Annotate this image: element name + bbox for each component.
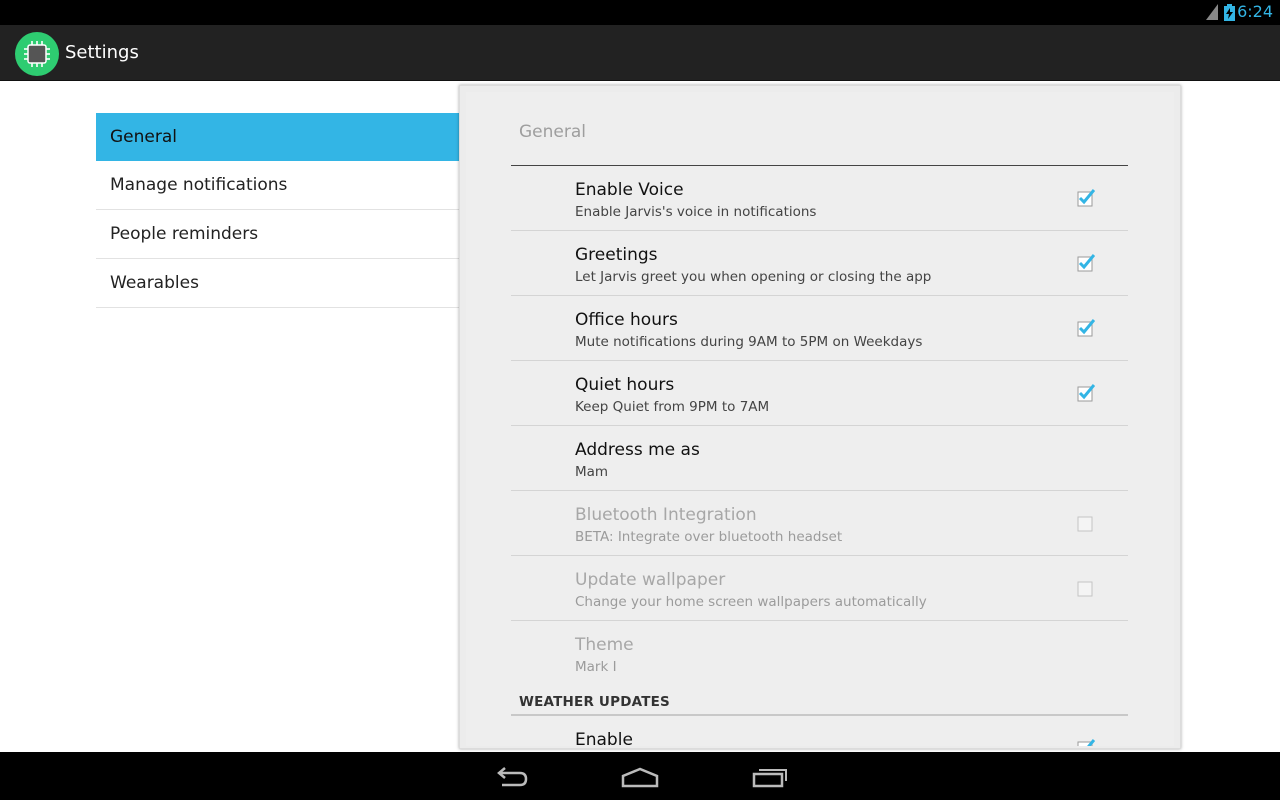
status-bar: 6:24: [0, 0, 1280, 25]
preference-list: Enable Voice Enable Jarvis's voice in no…: [511, 166, 1128, 746]
signal-icon: [1206, 4, 1218, 20]
battery-charging-icon: [1224, 4, 1235, 21]
pref-title: Office hours: [575, 310, 678, 330]
pref-summary: Keep Quiet from 9PM to 7AM: [575, 399, 770, 415]
pref-enable-voice[interactable]: Enable Voice Enable Jarvis's voice in no…: [511, 166, 1128, 231]
pref-greetings[interactable]: Greetings Let Jarvis greet you when open…: [511, 231, 1128, 296]
checkbox-checked-icon[interactable]: [1077, 319, 1095, 337]
navigation-bar: [0, 752, 1280, 800]
home-icon[interactable]: [620, 764, 660, 790]
preferences-panel-inner[interactable]: General Enable Voice Enable Jarvis's voi…: [466, 92, 1174, 746]
pref-title: Bluetooth Integration: [575, 505, 757, 525]
checkbox-checked-icon[interactable]: [1077, 254, 1095, 272]
pref-summary: Mark I: [575, 659, 617, 675]
pref-summary: Mute notifications during 9AM to 5PM on …: [575, 334, 923, 350]
pref-office-hours[interactable]: Office hours Mute notifications during 9…: [511, 296, 1128, 361]
pref-summary: Mam: [575, 464, 609, 480]
pref-title: Quiet hours: [575, 375, 675, 395]
pref-title: Enable: [575, 730, 633, 746]
pref-address-me-as[interactable]: Address me as Mam: [511, 426, 1128, 491]
checkbox-checked-icon[interactable]: [1077, 384, 1095, 402]
pref-title: Theme: [575, 635, 634, 655]
action-bar: Settings: [0, 25, 1280, 81]
checkbox-unchecked-icon: [1077, 516, 1093, 532]
pref-title: Address me as: [575, 440, 700, 460]
pref-summary: Change your home screen wallpapers autom…: [575, 594, 927, 610]
pref-summary: BETA: Integrate over bluetooth headset: [575, 529, 843, 545]
back-icon[interactable]: [492, 764, 532, 790]
preferences-panel: General Enable Voice Enable Jarvis's voi…: [459, 85, 1181, 749]
pref-theme: Theme Mark I: [511, 621, 1128, 686]
header-item-general[interactable]: General: [96, 113, 459, 161]
breadcrumb-title: General: [519, 122, 586, 142]
pref-bluetooth-integration: Bluetooth Integration BETA: Integrate ov…: [511, 491, 1128, 556]
checkbox-unchecked-icon: [1077, 581, 1093, 597]
pref-quiet-hours[interactable]: Quiet hours Keep Quiet from 9PM to 7AM: [511, 361, 1128, 426]
pref-summary: Enable Jarvis's voice in notifications: [575, 204, 817, 220]
category-header-weather-updates: WEATHER UPDATES: [511, 686, 1128, 716]
page-title: Settings: [65, 42, 139, 63]
recents-icon[interactable]: [750, 764, 790, 790]
settings-headers-list: General Manage notifications People remi…: [96, 113, 459, 308]
pref-title: Greetings: [575, 245, 658, 265]
header-item-wearables[interactable]: Wearables: [96, 259, 459, 308]
chip-icon[interactable]: [15, 32, 59, 76]
pref-update-wallpaper: Update wallpaper Change your home screen…: [511, 556, 1128, 621]
settings-content: General Manage notifications People remi…: [0, 81, 1280, 752]
header-item-manage-notifications[interactable]: Manage notifications: [96, 161, 459, 210]
pref-summary: Let Jarvis greet you when opening or clo…: [575, 269, 932, 285]
status-clock: 6:24: [1237, 2, 1273, 21]
pref-title: Enable Voice: [575, 180, 684, 200]
checkbox-checked-icon[interactable]: [1077, 739, 1095, 746]
pref-title: Update wallpaper: [575, 570, 726, 590]
header-item-people-reminders[interactable]: People reminders: [96, 210, 459, 259]
pref-weather-enable[interactable]: Enable: [511, 716, 1128, 746]
checkbox-checked-icon[interactable]: [1077, 189, 1095, 207]
